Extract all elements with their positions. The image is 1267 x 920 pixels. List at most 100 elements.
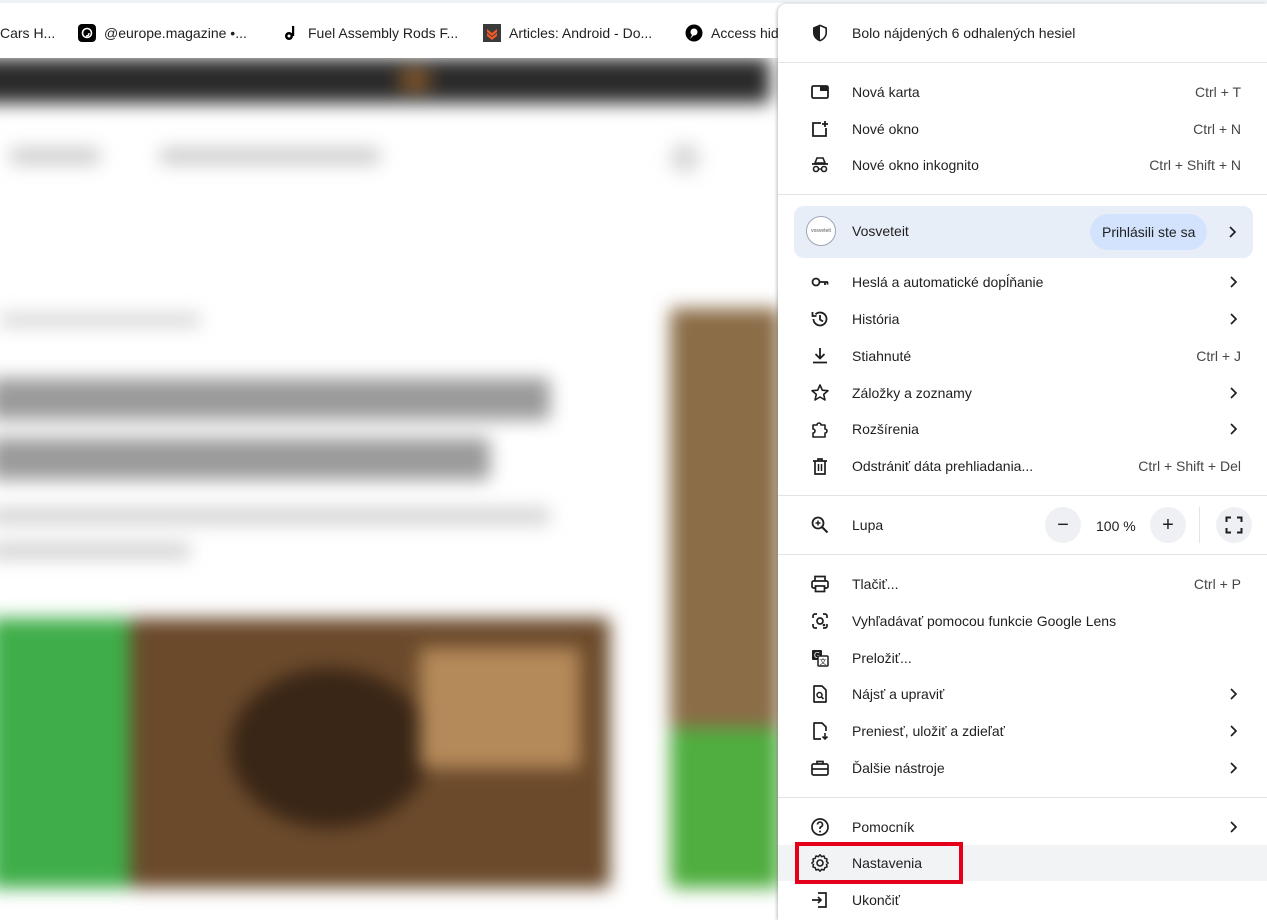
- new-tab-shortcut: Ctrl + T: [1194, 84, 1241, 100]
- print-item[interactable]: Tlačiť... Ctrl + P: [778, 566, 1267, 602]
- toolbox-icon: [810, 758, 830, 778]
- bookmark-europe-magazine[interactable]: @europe.magazine •...: [78, 22, 247, 44]
- divider: [1199, 507, 1200, 543]
- bookmarks-item[interactable]: Záložky a zoznamy: [778, 375, 1267, 411]
- chevron-right-icon: [1230, 688, 1238, 700]
- key-icon: [810, 272, 830, 292]
- clear-data-label: Odstrániť dáta prehliadania...: [852, 458, 1034, 474]
- divider: [778, 194, 1267, 195]
- passwords-label: Heslá a automatické dopĺňanie: [852, 274, 1044, 290]
- bookmark-label: @europe.magazine •...: [104, 25, 247, 41]
- new-window-icon: [810, 119, 830, 139]
- zoom-icon: [810, 515, 830, 535]
- puzzle-icon: [810, 419, 830, 439]
- chevron-right-icon: [1230, 387, 1238, 399]
- new-window-label: Nové okno: [852, 121, 919, 137]
- zoom-label: Lupa: [852, 517, 884, 533]
- incognito-icon: [810, 155, 830, 175]
- new-window-item[interactable]: Nové okno Ctrl + N: [778, 111, 1267, 147]
- translate-icon: G文: [810, 648, 830, 668]
- bookmark-articles-android[interactable]: Articles: Android - Do...: [483, 22, 652, 44]
- zoom-out-button[interactable]: −: [1045, 507, 1081, 543]
- zoom-item: Lupa: [778, 507, 1267, 543]
- clear-data-shortcut: Ctrl + Shift + Del: [1138, 458, 1241, 474]
- divider: [778, 495, 1267, 496]
- more-tools-item[interactable]: Ďalšie nástroje: [778, 750, 1267, 786]
- divider: [778, 62, 1267, 63]
- star-icon: [810, 383, 830, 403]
- chevron-right-icon: [1230, 313, 1238, 325]
- chevron-right-icon: [1229, 226, 1237, 238]
- new-window-shortcut: Ctrl + N: [1193, 121, 1241, 137]
- avatar: vosveteit: [806, 216, 836, 246]
- zoom-level: 100 %: [1096, 518, 1136, 534]
- chevron-right-icon: [1230, 423, 1238, 435]
- find-edit-item[interactable]: Nájsť a upraviť: [778, 676, 1267, 712]
- bookmark-label: Fuel Assembly Rods F...: [308, 25, 459, 41]
- divider: [778, 554, 1267, 555]
- music-note-icon: [282, 24, 300, 42]
- zoom-in-button[interactable]: +: [1150, 507, 1186, 543]
- new-tab-icon: [810, 82, 830, 102]
- settings-highlight-box: [795, 842, 963, 884]
- divider: [778, 797, 1267, 798]
- new-tab-label: Nová karta: [852, 84, 920, 100]
- incognito-item[interactable]: Nové okno inkognito Ctrl + Shift + N: [778, 147, 1267, 183]
- downloads-item[interactable]: Stiahnuté Ctrl + J: [778, 338, 1267, 374]
- help-label: Pomocník: [852, 819, 915, 835]
- incognito-label: Nové okno inkognito: [852, 157, 979, 173]
- bookmark-fuel-assembly[interactable]: Fuel Assembly Rods F...: [282, 22, 458, 44]
- trash-icon: [810, 456, 830, 476]
- bookmark-label: Cars H...: [0, 25, 56, 41]
- bookmark-label: Articles: Android - Do...: [509, 25, 653, 41]
- passwords-item[interactable]: Heslá a automatické dopĺňanie: [778, 264, 1267, 300]
- downloads-label: Stiahnuté: [852, 348, 912, 364]
- print-shortcut: Ctrl + P: [1193, 576, 1241, 592]
- bookmark-access-hid[interactable]: Access hid: [685, 22, 779, 44]
- chrome-main-menu: Bolo nájdených 6 odhalených hesiel Nová …: [778, 4, 1267, 920]
- extensions-item[interactable]: Rozšírenia: [778, 411, 1267, 447]
- blurred-page-content: [0, 58, 780, 920]
- save-page-icon: [810, 721, 830, 741]
- history-label: História: [852, 311, 900, 327]
- google-lens-label: Vyhľadávať pomocou funkcie Google Lens: [852, 613, 1117, 629]
- print-label: Tlačiť...: [852, 576, 899, 592]
- bookmarks-label: Záložky a zoznamy: [852, 385, 972, 401]
- svg-text:文: 文: [820, 657, 827, 666]
- password-alert-label: Bolo nájdených 6 odhalených hesiel: [852, 25, 1076, 41]
- history-item[interactable]: História: [778, 301, 1267, 337]
- extensions-label: Rozšírenia: [852, 421, 919, 437]
- translate-label: Preložiť...: [852, 650, 912, 666]
- shield-icon: [810, 23, 830, 43]
- chevron-right-icon: [1230, 725, 1238, 737]
- find-page-icon: [810, 684, 830, 704]
- exit-label: Ukončiť: [852, 892, 901, 908]
- chevron-right-icon: [1230, 821, 1238, 833]
- speech-bubble-icon: [685, 24, 703, 42]
- translate-item[interactable]: G文 Preložiť...: [778, 640, 1267, 676]
- find-edit-label: Nájsť a upraviť: [852, 686, 945, 702]
- chevron-right-icon: [1230, 762, 1238, 774]
- new-tab-item[interactable]: Nová karta Ctrl + T: [778, 74, 1267, 110]
- printer-icon: [810, 574, 830, 594]
- signed-in-badge[interactable]: Prihlásili ste sa: [1090, 214, 1208, 250]
- history-icon: [810, 309, 830, 329]
- download-icon: [810, 346, 830, 366]
- chevron-right-icon: [1230, 276, 1238, 288]
- cast-save-share-item[interactable]: Preniesť, uložiť a zdieľať: [778, 713, 1267, 749]
- fullscreen-icon: [1225, 516, 1243, 534]
- help-icon: [810, 817, 830, 837]
- exit-item[interactable]: Ukončiť: [778, 882, 1267, 918]
- clear-data-item[interactable]: Odstrániť dáta prehliadania... Ctrl + Sh…: [778, 448, 1267, 484]
- bookmark-cars[interactable]: Cars H...: [0, 22, 55, 44]
- password-alert-item[interactable]: Bolo nájdených 6 odhalených hesiel: [778, 15, 1267, 51]
- help-item[interactable]: Pomocník: [778, 809, 1267, 845]
- orange-chevron-icon: [483, 24, 501, 42]
- downloads-shortcut: Ctrl + J: [1196, 348, 1241, 364]
- profile-name: Vosveteit: [852, 223, 909, 239]
- bookmark-label: Access hid: [711, 25, 779, 41]
- profile-item[interactable]: vosveteit Vosveteit Prihlásili ste sa: [794, 206, 1253, 258]
- google-lens-item[interactable]: Vyhľadávať pomocou funkcie Google Lens: [778, 603, 1267, 639]
- more-tools-label: Ďalšie nástroje: [852, 760, 945, 776]
- fullscreen-button[interactable]: [1216, 507, 1252, 543]
